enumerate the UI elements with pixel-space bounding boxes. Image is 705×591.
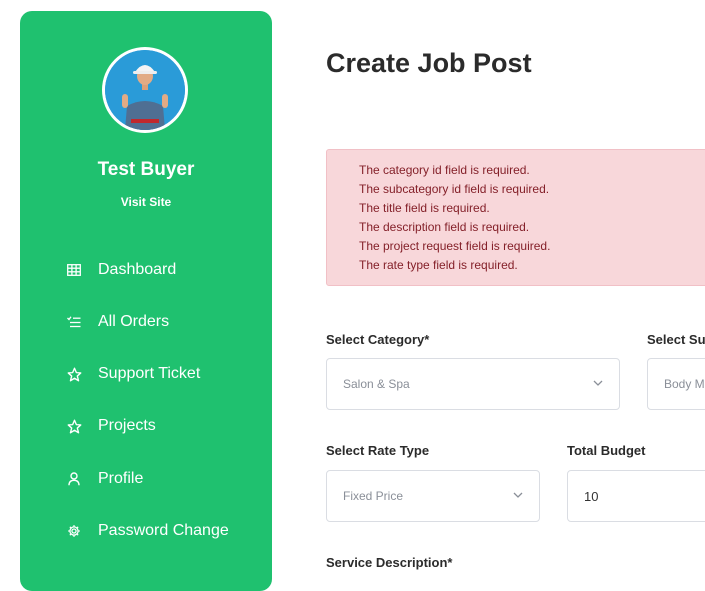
sidebar-item-profile[interactable]: Profile (66, 468, 143, 490)
grid-icon (66, 262, 82, 278)
avatar-image (105, 50, 185, 130)
subcategory-value: Body M (664, 377, 705, 391)
category-label: Select Category* (326, 332, 430, 347)
sidebar-item-label: All Orders (98, 313, 170, 330)
visit-site-link[interactable]: Visit Site (20, 195, 272, 209)
error-message: The category id field is required. (359, 163, 530, 177)
list-check-icon (66, 314, 82, 330)
page-title: Create Job Post (326, 48, 532, 78)
chevron-down-icon (513, 492, 523, 498)
rate-type-select[interactable]: Fixed Price (326, 470, 540, 522)
category-select[interactable]: Salon & Spa (326, 358, 620, 410)
chevron-down-icon (593, 380, 603, 386)
error-message: The title field is required. (359, 201, 490, 215)
category-value: Salon & Spa (343, 377, 410, 391)
avatar[interactable] (102, 47, 188, 133)
total-budget-label: Total Budget (567, 443, 646, 458)
rate-type-label: Select Rate Type (326, 443, 430, 458)
error-message: The subcategory id field is required. (359, 182, 550, 196)
sidebar-item-projects[interactable]: Projects (66, 415, 156, 437)
sidebar-item-password-change[interactable]: Password Change (66, 520, 229, 542)
error-message: The description field is required. (359, 220, 530, 234)
sidebar: Test Buyer Visit Site Dashboard All Orde… (20, 11, 272, 591)
service-description-label: Service Description* (326, 555, 453, 570)
user-name: Test Buyer (97, 159, 195, 180)
sidebar-item-label: Projects (98, 417, 156, 434)
sidebar-item-dashboard[interactable]: Dashboard (66, 259, 176, 281)
subcategory-select[interactable]: Body M (647, 358, 705, 410)
total-budget-input[interactable]: 10 (567, 470, 705, 522)
sidebar-item-label: Dashboard (98, 261, 177, 278)
subcategory-label: Select Sul (647, 332, 705, 347)
error-message: The rate type field is required. (359, 258, 518, 272)
star-icon (66, 366, 82, 382)
user-icon (66, 471, 82, 487)
total-budget-value: 10 (584, 488, 599, 504)
main-content: Create Job Post The category id field is… (326, 0, 705, 570)
error-alert: The category id field is required. The s… (326, 149, 705, 286)
rate-type-value: Fixed Price (343, 489, 404, 503)
gear-icon (66, 523, 82, 539)
star-icon (66, 418, 82, 434)
sidebar-item-support-ticket[interactable]: Support Ticket (66, 363, 200, 385)
sidebar-item-label: Password Change (98, 522, 229, 539)
sidebar-item-label: Support Ticket (98, 365, 201, 382)
sidebar-item-label: Profile (98, 470, 144, 487)
error-message: The project request field is required. (359, 239, 551, 253)
sidebar-item-all-orders[interactable]: All Orders (66, 311, 169, 333)
